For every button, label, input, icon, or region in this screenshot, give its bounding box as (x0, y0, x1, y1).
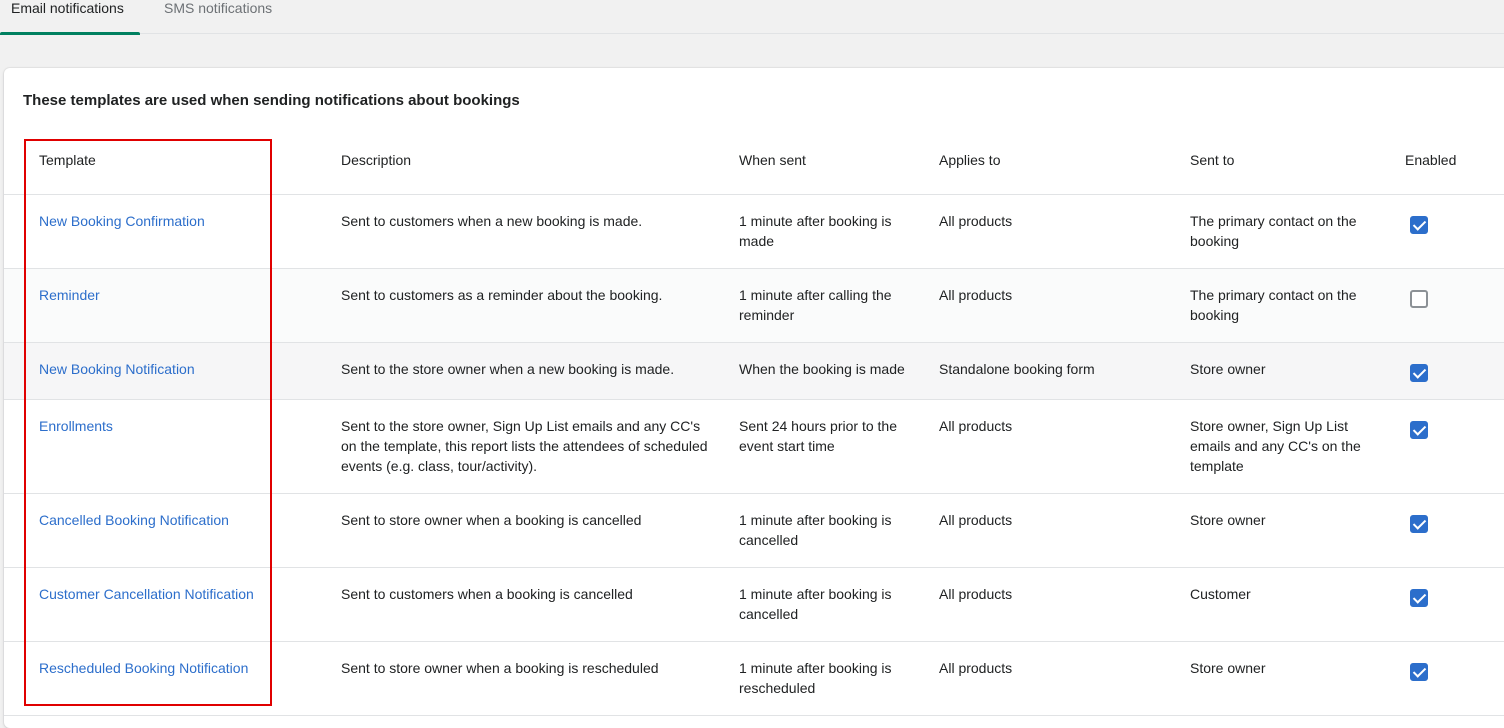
header-sent-to: Sent to (1190, 126, 1390, 195)
template-link-new-booking-notification[interactable]: New Booking Notification (39, 361, 195, 377)
enabled-cell (1390, 194, 1504, 269)
template-link-rescheduled-booking-notification[interactable]: Rescheduled Booking Notification (39, 660, 248, 676)
description-cell: Sent to store owner when a booking is re… (341, 641, 739, 716)
notification-tabs: Email notifications SMS notifications (0, 0, 1504, 35)
checkbox-checked-icon[interactable] (1410, 216, 1428, 234)
card-heading: These templates are used when sending no… (23, 92, 520, 109)
description-cell: Sent to customers when a booking is canc… (341, 567, 739, 642)
sent-to-cell: Store owner (1190, 641, 1390, 716)
table-row: New Booking Notification Sent to the sto… (4, 342, 1504, 400)
sent-to-cell: Store owner (1190, 493, 1390, 568)
template-link-customer-cancellation-notification[interactable]: Customer Cancellation Notification (39, 586, 254, 602)
template-link-enrollments[interactable]: Enrollments (39, 418, 113, 434)
enabled-cell (1390, 641, 1504, 716)
table-header-row: Template Description When sent Applies t… (4, 126, 1504, 195)
table-row: Enrollments Sent to the store owner, Sig… (4, 399, 1504, 494)
templates-card: These templates are used when sending no… (4, 68, 1504, 728)
template-cell: Cancelled Booking Notification (4, 493, 341, 568)
description-cell: Sent to store owner when a booking is ca… (341, 493, 739, 568)
checkbox-checked-icon[interactable] (1410, 421, 1428, 439)
sent-to-cell: The primary contact on the booking (1190, 268, 1390, 343)
description-cell: Sent to customers as a reminder about th… (341, 268, 739, 343)
template-cell: New Booking Confirmation (4, 194, 341, 269)
when-sent-cell: 1 minute after booking is cancelled (739, 493, 939, 568)
table-row: Cancelled Booking Notification Sent to s… (4, 493, 1504, 568)
enabled-cell (1390, 342, 1504, 400)
applies-to-cell: All products (939, 268, 1190, 343)
enabled-cell (1390, 268, 1504, 343)
header-description: Description (341, 126, 739, 195)
sent-to-cell: Customer (1190, 567, 1390, 642)
checkbox-checked-icon[interactable] (1410, 364, 1428, 382)
tab-email-notifications[interactable]: Email notifications (0, 0, 140, 35)
tab-sms-notifications[interactable]: SMS notifications (164, 0, 284, 34)
when-sent-cell: Sent 24 hours prior to the event start t… (739, 399, 939, 494)
template-link-cancelled-booking-notification[interactable]: Cancelled Booking Notification (39, 512, 229, 528)
enabled-cell (1390, 567, 1504, 642)
applies-to-cell: All products (939, 493, 1190, 568)
applies-to-cell: All products (939, 194, 1190, 269)
applies-to-cell: All products (939, 567, 1190, 642)
table-row: New Booking Confirmation Sent to custome… (4, 194, 1504, 269)
sent-to-cell: Store owner, Sign Up List emails and any… (1190, 399, 1390, 494)
when-sent-cell: 1 minute after booking is made (739, 194, 939, 269)
template-cell: Reminder (4, 268, 341, 343)
header-template: Template (4, 126, 341, 195)
enabled-cell (1390, 493, 1504, 568)
description-cell: Sent to the store owner when a new booki… (341, 342, 739, 400)
header-enabled: Enabled (1390, 126, 1504, 195)
table-row: Customer Cancellation Notification Sent … (4, 567, 1504, 642)
header-applies-to: Applies to (939, 126, 1190, 195)
template-cell: Rescheduled Booking Notification (4, 641, 341, 716)
template-cell: Enrollments (4, 399, 341, 494)
enabled-cell (1390, 399, 1504, 494)
template-link-reminder[interactable]: Reminder (39, 287, 100, 303)
when-sent-cell: 1 minute after calling the reminder (739, 268, 939, 343)
sent-to-cell: Store owner (1190, 342, 1390, 400)
templates-table: Template Description When sent Applies t… (4, 126, 1504, 716)
template-cell: New Booking Notification (4, 342, 341, 400)
description-cell: Sent to customers when a new booking is … (341, 194, 739, 269)
template-cell: Customer Cancellation Notification (4, 567, 341, 642)
checkbox-checked-icon[interactable] (1410, 589, 1428, 607)
checkbox-checked-icon[interactable] (1410, 515, 1428, 533)
applies-to-cell: Standalone booking form (939, 342, 1190, 400)
table-row: Reminder Sent to customers as a reminder… (4, 268, 1504, 343)
when-sent-cell: When the booking is made (739, 342, 939, 400)
checkbox-unchecked-icon[interactable] (1410, 290, 1428, 308)
when-sent-cell: 1 minute after booking is cancelled (739, 567, 939, 642)
template-link-new-booking-confirmation[interactable]: New Booking Confirmation (39, 213, 205, 229)
applies-to-cell: All products (939, 399, 1190, 494)
sent-to-cell: The primary contact on the booking (1190, 194, 1390, 269)
when-sent-cell: 1 minute after booking is rescheduled (739, 641, 939, 716)
table-row: Rescheduled Booking Notification Sent to… (4, 641, 1504, 716)
description-cell: Sent to the store owner, Sign Up List em… (341, 399, 739, 494)
checkbox-checked-icon[interactable] (1410, 663, 1428, 681)
applies-to-cell: All products (939, 641, 1190, 716)
header-when-sent: When sent (739, 126, 939, 195)
